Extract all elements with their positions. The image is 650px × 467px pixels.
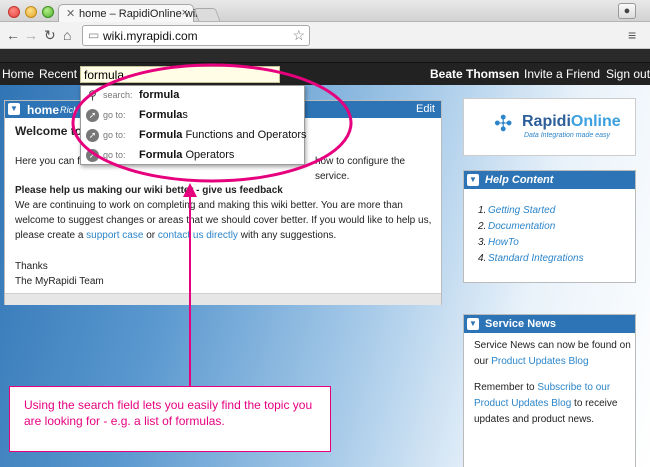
help-item-label[interactable]: Standard Integrations <box>488 253 584 264</box>
suggestion-rest: Operators <box>182 149 235 161</box>
suggestion-match: Formula <box>139 109 183 121</box>
zoom-window-button[interactable] <box>42 6 54 18</box>
welcome-heading: Welcome to <box>15 124 83 138</box>
browser-toolbar: ← → ↻ ⌂ ▭ wiki.myrapidi.com ☆ ≡ <box>0 22 650 49</box>
suggestion-text: Formula Operators <box>139 149 234 161</box>
help-item-label[interactable]: Documentation <box>488 221 555 232</box>
top-navigation: Home Recent Beate Thomsen Invite a Frien… <box>0 63 650 85</box>
suggestion-match: Formula <box>139 129 183 141</box>
suggestion-text: Formulas <box>139 109 188 121</box>
help-item-number: 2. <box>478 221 487 232</box>
help-content-box: ▼ Help Content Getting Started 1. Docume… <box>463 170 636 283</box>
support-case-link[interactable]: support case <box>86 230 143 241</box>
help-item[interactable]: HowTo <box>488 237 519 248</box>
main-panel-footer <box>5 293 441 305</box>
feedback-paragraph: We are continuing to work on completing … <box>15 198 435 243</box>
help-item-number: 3. <box>478 237 487 248</box>
help-item[interactable]: Getting Started <box>488 205 555 216</box>
service-news-title: Service News <box>485 318 556 330</box>
service-news-box: ▼ Service News Service News can now be f… <box>463 314 636 467</box>
nav-recent-link[interactable]: Recent <box>39 67 77 81</box>
profile-icon[interactable]: ● <box>618 3 636 19</box>
home-icon[interactable]: ⌂ <box>63 27 71 43</box>
bookmark-star-icon[interactable]: ☆ <box>292 27 305 44</box>
suggestion-rest: s <box>182 109 188 121</box>
help-item[interactable]: Documentation <box>488 221 555 232</box>
help-item-number: 1. <box>478 205 487 216</box>
help-item-label[interactable]: HowTo <box>488 237 519 248</box>
url-text[interactable]: wiki.myrapidi.com <box>103 29 198 43</box>
suggestion-kind: go to: <box>103 130 126 140</box>
suggestion-query: formula <box>139 89 180 101</box>
nav-home-link[interactable]: Home <box>2 67 34 81</box>
menu-icon[interactable]: ≡ <box>628 28 642 42</box>
rapidi-logo[interactable]: ✣ RapidiOnline Data Integration made eas… <box>463 98 636 156</box>
suggestion-item[interactable]: ➚ go to: Formula Operators <box>81 146 304 166</box>
go-to-arrow-icon: ➚ <box>86 129 99 142</box>
help-content-header: ▼ Help Content <box>464 171 635 189</box>
suggestion-item[interactable]: ➚ go to: Formulas <box>81 106 304 126</box>
new-tab-button[interactable] <box>193 8 221 21</box>
intro-text-end: how to configure the service. <box>315 156 406 182</box>
go-to-arrow-icon: ➚ <box>86 149 99 162</box>
suggestion-item[interactable]: ➚ go to: Formula Functions and Operators <box>81 126 307 146</box>
collapse-triangle-icon[interactable]: ▼ <box>8 103 20 115</box>
page-icon: ▭ <box>88 28 100 42</box>
address-bar[interactable]: ▭ wiki.myrapidi.com ☆ <box>82 25 310 46</box>
suggestion-text: Formula Functions and Operators <box>139 129 307 141</box>
callout-text: Using the search field lets you easily f… <box>24 398 313 428</box>
search-input[interactable] <box>80 66 280 83</box>
product-updates-blog-link[interactable]: Product Updates Blog <box>491 356 588 367</box>
nav-invite-link[interactable]: Invite a Friend <box>524 67 600 81</box>
feedback-text: or <box>143 230 158 241</box>
search-icon: ⚲ <box>88 88 97 102</box>
contact-us-link[interactable]: contact us directly <box>158 230 238 241</box>
nav-user-link[interactable]: Beate Thomsen <box>430 67 519 81</box>
feedback-heading: Please help us making our wiki better - … <box>15 185 283 196</box>
topnav-strip <box>0 49 650 63</box>
logo-name-part: Online <box>570 113 621 130</box>
logo-mark-icon: ✣ <box>494 111 513 136</box>
logo-tagline: Data Integration made easy <box>524 132 610 139</box>
search-suggestions: ⚲ search: formula ➚ go to: Formulas ➚ go… <box>80 85 307 166</box>
suggestion-rest: Functions and Operators <box>182 129 307 141</box>
suggestion-kind: go to: <box>103 150 126 160</box>
service-news-subscribe: Remember to Subscribe to our Product Upd… <box>474 380 632 428</box>
news-text: Remember to <box>474 382 538 393</box>
page-title: home <box>27 103 60 117</box>
minimize-window-button[interactable] <box>25 6 37 18</box>
close-tab-icon[interactable]: × <box>182 7 188 19</box>
help-content-title: Help Content <box>485 174 554 186</box>
suggestion-text: formula <box>139 89 179 101</box>
team-signature: The MyRapidi Team <box>15 276 104 287</box>
suggestion-item[interactable]: ⚲ search: formula <box>81 86 304 106</box>
feedback-text: with any suggestions. <box>237 230 337 241</box>
browser-titlebar: ✕ home – RapidiOnline wiki × ● <box>0 0 650 23</box>
suggestion-match: Formula <box>139 149 183 161</box>
collapse-triangle-icon[interactable]: ▼ <box>467 174 479 186</box>
forward-arrow-icon[interactable]: → <box>24 27 38 43</box>
logo-name-part: Rapidi <box>522 113 571 130</box>
help-item-label[interactable]: Getting Started <box>488 205 555 216</box>
close-window-button[interactable] <box>8 6 20 18</box>
back-arrow-icon[interactable]: ← <box>6 27 20 43</box>
tools-icon: ✕ <box>66 8 76 20</box>
help-item-number: 4. <box>478 253 487 264</box>
page-content: Home Recent Beate Thomsen Invite a Frien… <box>0 49 650 467</box>
service-news-header: ▼ Service News <box>464 315 635 333</box>
thanks-text: Thanks <box>15 261 48 272</box>
browser-tab[interactable]: ✕ home – RapidiOnline wiki × <box>58 4 203 23</box>
suggestion-kind: search: <box>103 90 133 100</box>
help-item[interactable]: Standard Integrations <box>488 253 584 264</box>
collapse-triangle-icon[interactable]: ▼ <box>467 318 479 330</box>
reload-icon[interactable]: ↻ <box>44 27 56 44</box>
edit-link[interactable]: Edit <box>416 103 435 115</box>
callout-box: Using the search field lets you easily f… <box>9 386 331 452</box>
nav-signout-link[interactable]: Sign out <box>606 67 650 81</box>
suggestion-kind: go to: <box>103 110 126 120</box>
logo-name: RapidiOnline <box>522 113 621 131</box>
service-news-text: Service News can now be found on our Pro… <box>474 338 632 370</box>
go-to-arrow-icon: ➚ <box>86 109 99 122</box>
